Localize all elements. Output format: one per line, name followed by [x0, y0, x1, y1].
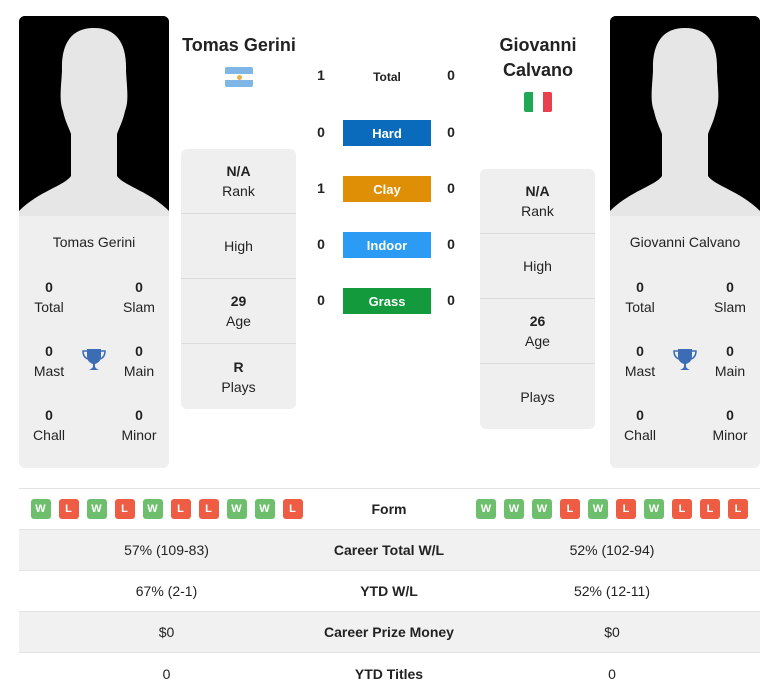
loss-badge[interactable]: L	[700, 499, 720, 519]
win-badge[interactable]: W	[504, 499, 524, 519]
left-age: 29 Age	[181, 279, 296, 344]
right-player-name: Giovanni Calvano	[629, 234, 741, 250]
right-titles-main: 0 Main	[714, 343, 746, 379]
loss-badge[interactable]: L	[560, 499, 580, 519]
win-badge[interactable]: W	[226, 499, 247, 519]
right-titles-total: 0 Total	[625, 279, 655, 315]
comparison-table: WLWLWLLWWL Form WWWLWLWLLL 57% (109-83) …	[19, 488, 760, 694]
right-form: WWWLWLWLLL	[464, 499, 760, 519]
trophy-icon	[82, 347, 106, 373]
loss-badge[interactable]: L	[282, 499, 303, 519]
loss-badge[interactable]: L	[114, 499, 135, 519]
win-badge[interactable]: W	[254, 499, 275, 519]
table-row: 67% (2-1) YTD W/L 52% (12-11)	[19, 571, 760, 612]
form-row: WLWLWLLWWL Form WWWLWLWLLL	[19, 489, 760, 530]
left-player-photo	[19, 16, 169, 216]
table-row: $0 Career Prize Money $0	[19, 612, 760, 653]
table-row: 0 YTD Titles 0	[162, 665, 616, 682]
loss-badge[interactable]: L	[728, 499, 748, 519]
loss-badge[interactable]: L	[198, 499, 219, 519]
left-titles-chall: 0 Chall	[33, 407, 65, 443]
win-badge[interactable]: W	[588, 499, 608, 519]
loss-badge[interactable]: L	[672, 499, 692, 519]
surface-hard-button[interactable]: Hard	[343, 120, 431, 146]
h2h-indoor: 0 Indoor 0	[305, 232, 470, 258]
right-high: High	[480, 234, 595, 299]
surface-total-label: Total	[373, 70, 401, 84]
left-titles-mast: 0 Mast	[33, 343, 65, 379]
win-badge[interactable]: W	[86, 499, 107, 519]
h2h-hard: 0 Hard 0	[305, 120, 470, 146]
left-high: High	[181, 214, 296, 279]
loss-badge[interactable]: L	[170, 499, 191, 519]
right-titles-chall: 0 Chall	[624, 407, 656, 443]
right-titles-mast: 0 Mast	[624, 343, 656, 379]
left-titles-total: 0 Total	[34, 279, 64, 315]
surface-clay-button[interactable]: Clay	[343, 176, 431, 202]
surface-indoor-button[interactable]: Indoor	[343, 232, 431, 258]
right-titles-slam: 0 Slam	[714, 279, 746, 315]
left-plays: R Plays	[221, 358, 256, 395]
form-label: Form	[371, 501, 407, 517]
argentina-flag-icon	[225, 67, 253, 87]
loss-badge[interactable]: L	[58, 499, 79, 519]
right-titles-minor: 0 Minor	[712, 407, 748, 443]
avatar-silhouette-icon	[19, 16, 169, 216]
right-player-photo	[610, 16, 760, 216]
right-plays: Plays	[520, 388, 555, 405]
h2h-total: 1 Total 0	[305, 64, 470, 90]
trophy-icon	[673, 347, 697, 373]
win-badge[interactable]: W	[142, 499, 163, 519]
right-age: 26 Age	[480, 299, 595, 364]
left-player-name: Tomas Gerini	[52, 234, 136, 250]
left-titles-minor: 0 Minor	[121, 407, 157, 443]
italy-flag-icon	[524, 92, 552, 112]
loss-badge[interactable]: L	[616, 499, 636, 519]
avatar-silhouette-icon	[610, 16, 760, 216]
left-form: WLWLWLLWWL	[19, 499, 314, 519]
h2h-clay: 1 Clay 0	[305, 176, 470, 202]
win-badge[interactable]: W	[532, 499, 552, 519]
win-badge[interactable]: W	[476, 499, 496, 519]
left-player-title[interactable]: Tomas Gerini	[180, 33, 298, 58]
left-titles-main: 0 Main	[123, 343, 155, 379]
win-badge[interactable]: W	[30, 499, 51, 519]
table-row: 57% (109-83) Career Total W/L 52% (102-9…	[19, 530, 760, 571]
right-player-title[interactable]: Giovanni Calvano	[478, 33, 598, 83]
win-badge[interactable]: W	[644, 499, 664, 519]
left-info-panel: N/A Rank High 29 Age R Plays	[181, 149, 296, 409]
h2h-grass: 0 Grass 0	[305, 288, 470, 314]
left-rank: N/A Rank	[181, 149, 296, 214]
surface-grass-button[interactable]: Grass	[343, 288, 431, 314]
right-rank: N/A Rank	[480, 169, 595, 234]
right-info-panel: N/A Rank High 26 Age Plays	[480, 169, 595, 429]
left-titles-slam: 0 Slam	[123, 279, 155, 315]
